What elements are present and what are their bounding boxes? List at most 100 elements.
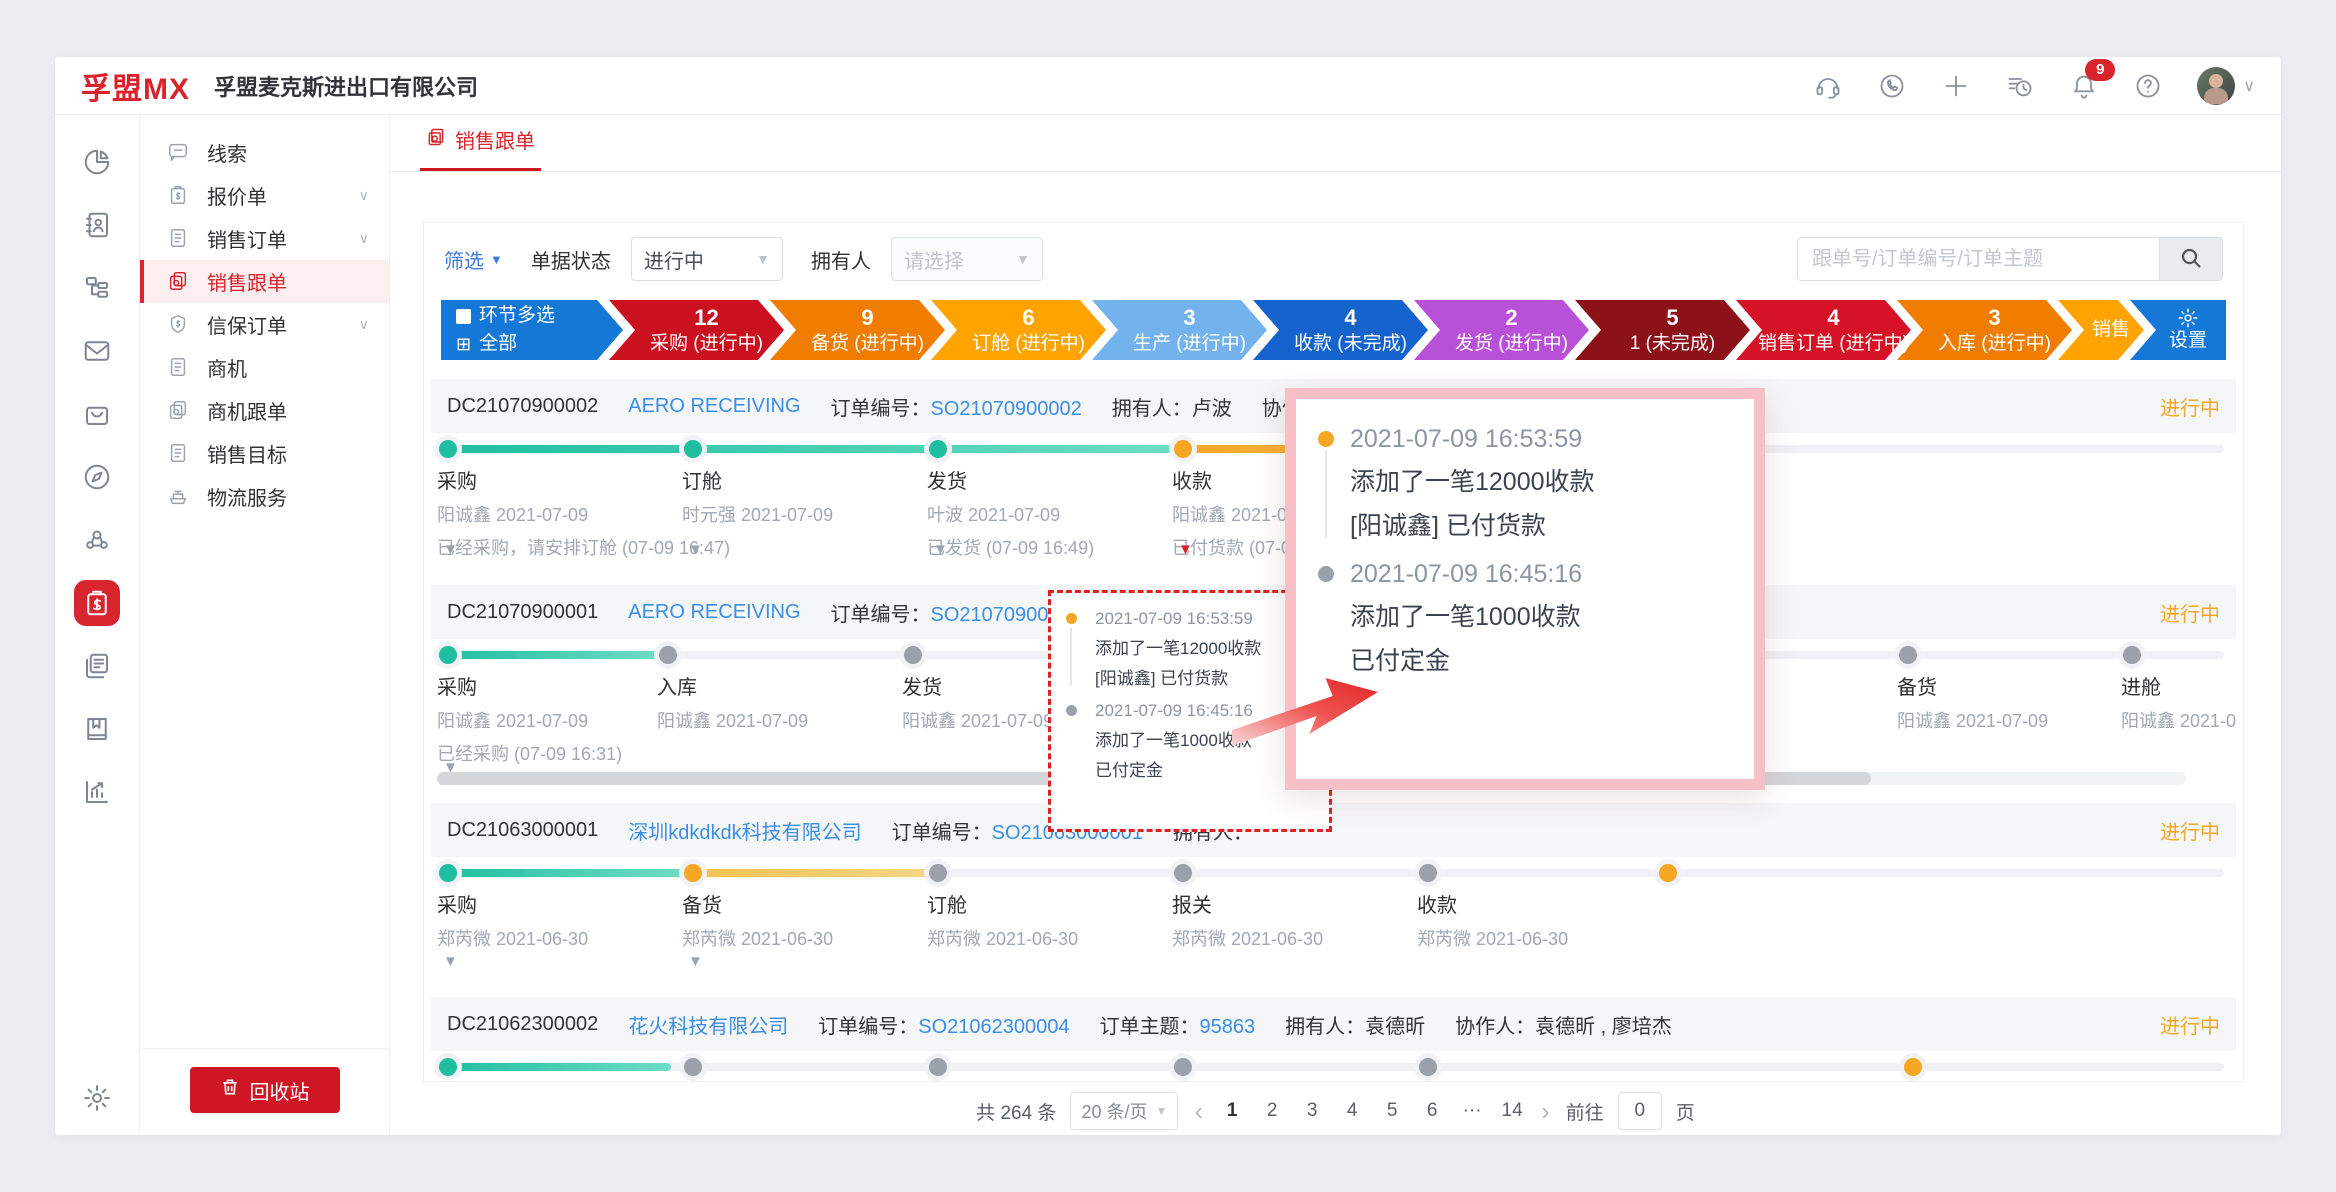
timeline-dot[interactable] [1174,1058,1192,1076]
menu-item-销售跟单[interactable]: 销售跟单 [140,260,389,303]
pipeline-stage-入库 (进行中)[interactable]: 3入库 (进行中) [1894,297,2075,363]
page-size-select[interactable]: 20 条/页▼ [1070,1092,1178,1130]
rail-settings-gear-icon[interactable] [74,1075,120,1121]
timeline-dot[interactable] [1419,1058,1437,1076]
expand-chevron-icon[interactable]: ▼ [1178,541,1193,558]
page-number[interactable]: 4 [1339,1100,1365,1122]
timeline-dot[interactable] [439,864,457,882]
timeline-dot[interactable] [659,646,677,664]
menu-item-商机跟单[interactable]: 商机跟单 [140,389,389,432]
pipeline-stage-发货 (进行中)[interactable]: 2发货 (进行中) [1411,297,1592,363]
page-number[interactable]: 2 [1259,1100,1285,1122]
timeline-dot[interactable] [929,864,947,882]
field-value-link[interactable]: 95863 [1200,1016,1256,1038]
status-select[interactable]: 进行中▼ [631,237,783,281]
pipeline-stage-收款 (未完成)[interactable]: 4收款 (未完成) [1250,297,1431,363]
menu-item-报价单[interactable]: 报价单∨ [140,174,389,217]
bell-icon[interactable]: 9 [2069,71,2099,101]
page-number[interactable]: 1 [1219,1100,1245,1122]
timeline-dot[interactable] [684,864,702,882]
page-number[interactable]: 14 [1499,1100,1525,1122]
search-button[interactable] [2159,237,2223,281]
whatsapp-icon[interactable] [1877,71,1907,101]
next-page-button[interactable]: › [1539,1098,1552,1124]
pipeline-multi-select[interactable]: 环节多选 ⊞全部 [438,297,626,363]
goto-label: 前往 [1566,1098,1604,1125]
expand-chevron-icon[interactable]: ▼ [688,541,703,558]
pipeline-stage-1 (未完成)[interactable]: 51 (未完成) [1572,297,1753,363]
timeline-dot[interactable] [1899,646,1917,664]
rail-compass-icon[interactable] [74,454,120,500]
rail-documents-icon[interactable] [74,643,120,689]
expand-chevron-icon[interactable]: ▼ [688,953,703,970]
customer-link[interactable]: 花火科技有限公司 [628,1010,788,1039]
timeline-dot[interactable] [929,1058,947,1076]
menu-item-线索[interactable]: 线索 [140,131,389,174]
rail-bag-icon[interactable] [74,391,120,437]
multi-select-row[interactable]: 环节多选 [456,304,555,328]
rail-mail-icon[interactable] [74,328,120,374]
select-all-row[interactable]: ⊞全部 [456,332,517,356]
timeline-dot[interactable] [2123,646,2141,664]
rail-notebook-icon[interactable] [74,706,120,752]
rail-team-icon[interactable] [74,517,120,563]
help-icon[interactable] [2133,71,2163,101]
menu-item-销售目标[interactable]: 销售目标 [140,432,389,475]
timeline-dot[interactable] [904,646,922,664]
timeline-entry: 2021-07-09 16:45:16添加了一笔1000收款已付定金 [1318,560,1732,695]
timeline-dot[interactable] [1174,864,1192,882]
field-value-link[interactable]: SO21062300004 [918,1016,1069,1038]
rail-report-icon[interactable] [74,769,120,815]
expand-chevron-icon[interactable]: ▼ [933,541,948,558]
timeline-dot[interactable] [929,440,947,458]
stage-label: 订舱 (进行中) [972,332,1085,356]
pipeline-stage-销售订单 (进行中)[interactable]: 4销售订单 (进行中) [1733,297,1914,363]
menu-item-label: 线索 [207,138,247,167]
menu-item-物流服务[interactable]: 物流服务 [140,475,389,518]
timeline-dot[interactable] [439,1058,457,1076]
timeline-dot[interactable] [1174,440,1192,458]
rail-dashboard-pie-icon[interactable] [74,139,120,185]
menu-item-信保订单[interactable]: 信保订单∨ [140,303,389,346]
stage-owner-date: 叶波 2021-07-09 [927,501,1165,527]
expand-chevron-icon[interactable]: ▼ [443,541,458,558]
rail-sales-clipboard-icon[interactable] [74,580,120,626]
filter-toggle[interactable]: 筛选▼ [444,245,503,274]
pipeline-stage-生产 (进行中)[interactable]: 3生产 (进行中) [1089,297,1270,363]
page-number[interactable]: 3 [1299,1100,1325,1122]
timeline-dot[interactable] [1904,1058,1922,1076]
pipeline-stage-订舱 (进行中)[interactable]: 6订舱 (进行中) [928,297,1109,363]
prev-page-button[interactable]: ‹ [1192,1098,1205,1124]
page-number[interactable]: 6 [1419,1100,1445,1122]
field-value-link[interactable]: SO21070900002 [931,398,1082,420]
timeline-dot[interactable] [1659,864,1677,882]
owner-select[interactable]: 请选择▼ [891,237,1043,281]
goto-page-input[interactable] [1618,1092,1662,1130]
pipeline-stage-采购 (进行中)[interactable]: 12采购 (进行中) [606,297,787,363]
headset-icon[interactable] [1813,71,1843,101]
pipeline-settings[interactable]: 设置 [2127,297,2229,363]
customer-link[interactable]: AERO RECEIVING [628,395,800,418]
customer-link[interactable]: 深圳kdkdkdk科技有限公司 [628,816,861,845]
history-icon[interactable] [2005,71,2035,101]
rail-contacts-icon[interactable] [74,202,120,248]
checkbox-icon [456,309,471,324]
plus-icon[interactable] [1941,71,1971,101]
tab-sales-tracking[interactable]: 销售跟单 [420,125,541,171]
menu-item-商机[interactable]: 商机 [140,346,389,389]
timeline-dot[interactable] [684,440,702,458]
timeline-dot[interactable] [1419,864,1437,882]
customer-link[interactable]: AERO RECEIVING [628,601,800,624]
page-number[interactable]: 5 [1379,1100,1405,1122]
timeline-dot[interactable] [684,1058,702,1076]
pipeline-stage-备货 (进行中)[interactable]: 9备货 (进行中) [767,297,948,363]
recycle-bin-button[interactable]: 回收站 [190,1067,340,1113]
timeline-dot[interactable] [439,440,457,458]
timeline-dot[interactable] [439,646,457,664]
expand-chevron-icon[interactable]: ▼ [443,953,458,970]
menu-item-销售订单[interactable]: 销售订单∨ [140,217,389,260]
search-input[interactable] [1797,237,2159,281]
field-value: 卢波 [1192,398,1232,420]
user-menu[interactable]: ∨ [2197,67,2255,105]
rail-org-tree-icon[interactable] [74,265,120,311]
